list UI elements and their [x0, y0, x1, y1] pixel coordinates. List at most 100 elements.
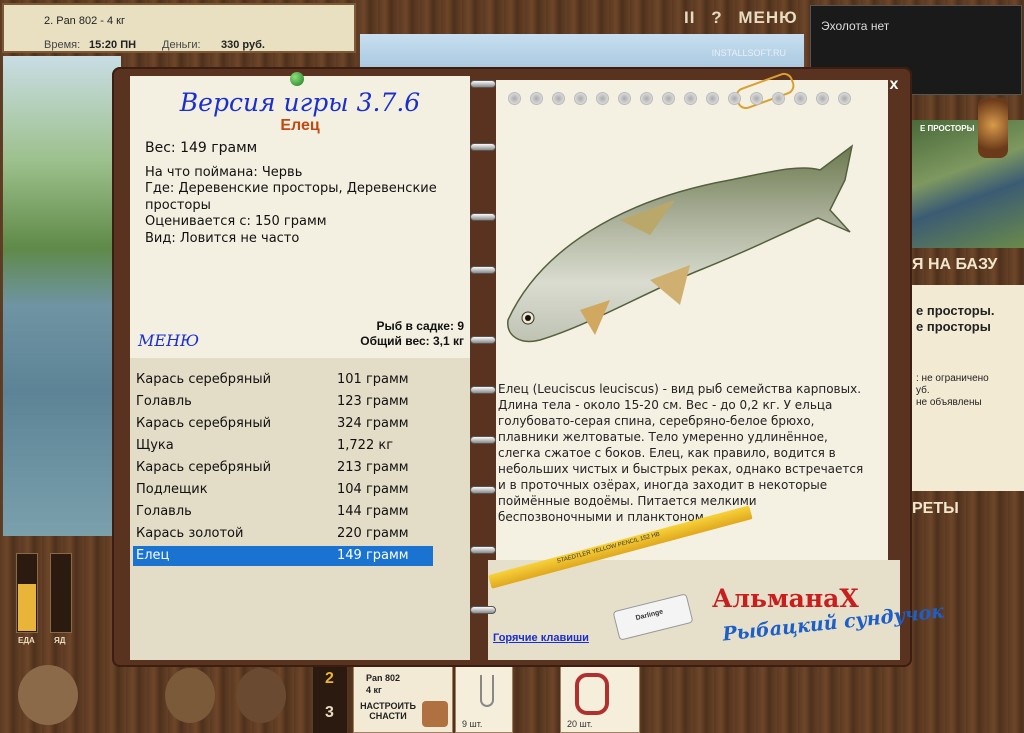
- money-value: 330 руб.: [221, 39, 265, 51]
- spiral-ring: [470, 80, 496, 88]
- help-button[interactable]: ?: [711, 8, 722, 27]
- page-hole: [552, 92, 565, 105]
- page-hole: [838, 92, 851, 105]
- catch-fish-weight: 1,722 кг: [337, 438, 394, 453]
- worm-icon: [575, 673, 609, 715]
- catch-fish-weight: 144 грамм: [337, 504, 409, 519]
- catch-fish-weight: 123 грамм: [337, 394, 409, 409]
- echo-sounder-text: Эхолота нет: [821, 19, 890, 33]
- hook-count: 9 шт.: [462, 719, 483, 729]
- fish-weight: Вес: 149 грамм: [145, 140, 258, 156]
- spiral-ring: [470, 486, 496, 494]
- page-hole: [794, 92, 807, 105]
- spiral-ring: [470, 436, 496, 444]
- pause-button[interactable]: II: [684, 8, 695, 27]
- time-label: Время:: [44, 39, 81, 51]
- food-label: ЕДА: [18, 636, 35, 645]
- spiral-ring: [470, 143, 496, 151]
- page-hole: [816, 92, 829, 105]
- page-hole: [530, 92, 543, 105]
- bait-slot[interactable]: 20 шт.: [560, 666, 640, 733]
- status-panel: 2. Pan 802 - 4 кг Время: 15:20 ПН Деньги…: [2, 3, 356, 53]
- catch-fish-weight: 101 грамм: [337, 372, 409, 387]
- page-hole: [772, 92, 785, 105]
- fish-details: Вес: 149 грамм На что поймана: Червь Где…: [145, 140, 455, 247]
- close-button[interactable]: x: [884, 75, 904, 95]
- catch-list-row[interactable]: Голавль 123 грамм: [133, 392, 433, 412]
- spiral-ring: [470, 213, 496, 221]
- worm-count: 20 шт.: [567, 719, 593, 729]
- lantern-icon: [978, 98, 1008, 158]
- boots-icon[interactable]: [165, 668, 215, 723]
- tackle-panel: Pan 802 4 кг НАСТРОИТЬ СНАСТИ: [353, 666, 453, 733]
- almanac-logo-title: АльманаХ: [712, 584, 859, 613]
- food-gauge-fill: [18, 584, 36, 631]
- cage-count: Рыб в садке: 9: [376, 319, 464, 333]
- page-hole: [750, 92, 763, 105]
- cage-weight: Общий вес: 3,1 кг: [360, 334, 464, 348]
- eraser-text: Darlinge: [635, 608, 664, 623]
- fish-description: Елец (Leuciscus leuciscus) - вид рыб сем…: [498, 382, 864, 524]
- food-gauge: [16, 553, 38, 633]
- poison-gauge: [50, 553, 72, 633]
- page-hole: [618, 92, 631, 105]
- go-to-base-button[interactable]: Я НА БАЗУ: [912, 256, 1024, 280]
- catch-fish-name: Подлещик: [136, 482, 208, 497]
- current-rod: 2. Pan 802 - 4 кг: [44, 15, 125, 27]
- page-hole: [684, 92, 697, 105]
- spiral-ring: [470, 386, 496, 394]
- location-limits: : не ограничено уб. не объявлены: [916, 373, 989, 408]
- page-hole: [640, 92, 653, 105]
- catch-list-row[interactable]: Карась серебряный 324 грамм: [133, 414, 433, 434]
- catch-fish-weight: 213 грамм: [337, 460, 409, 475]
- top-buttons: II ? МЕНЮ: [684, 8, 808, 28]
- catch-fish-name: Карась серебряный: [136, 416, 272, 431]
- page-hole: [728, 92, 741, 105]
- catch-list-row[interactable]: Елец 149 грамм: [133, 546, 433, 566]
- watermark: INSTALLSOFT.RU: [711, 48, 786, 58]
- time-value: 15:20 ПН: [89, 39, 137, 51]
- hook-slot[interactable]: 9 шт.: [455, 666, 513, 733]
- catch-list-row[interactable]: Подлещик 104 грамм: [133, 480, 433, 500]
- catch-fish-weight: 149 грамм: [337, 548, 409, 563]
- catch-list-row[interactable]: Карась серебряный 213 грамм: [133, 458, 433, 478]
- cage-summary: Рыб в садке: 9 Общий вес: 3,1 кг: [300, 319, 464, 349]
- catch-fish-weight: 220 грамм: [337, 526, 409, 541]
- spiral-ring: [470, 606, 496, 614]
- bag-icon[interactable]: [18, 665, 78, 725]
- catch-fish-name: Голавль: [136, 504, 192, 519]
- catch-list-row[interactable]: Карась золотой 220 грамм: [133, 524, 433, 544]
- catch-list-row[interactable]: Голавль 144 грамм: [133, 502, 433, 522]
- catch-fish-name: Карась серебряный: [136, 460, 272, 475]
- menu-button[interactable]: МЕНЮ: [738, 8, 797, 27]
- setup-tackle-button[interactable]: НАСТРОИТЬ СНАСТИ: [358, 701, 418, 721]
- catch-fish-weight: 324 грамм: [337, 416, 409, 431]
- rod-name: Pan 802: [366, 673, 401, 683]
- game-version-title: Версия игры 3.7.6: [179, 88, 421, 117]
- fish-location: Где: Деревенские просторы, Деревенские п…: [145, 181, 437, 213]
- sky-photo: INSTALLSOFT.RU: [360, 34, 804, 70]
- catch-fish-weight: 104 грамм: [337, 482, 409, 497]
- catch-fish-name: Голавль: [136, 394, 192, 409]
- poison-label: ЯД: [54, 636, 66, 645]
- page-hole: [662, 92, 675, 105]
- slot-3-button[interactable]: 3: [325, 704, 334, 722]
- catch-fish-name: Елец: [136, 548, 170, 563]
- catch-list-row[interactable]: Щука 1,722 кг: [133, 436, 433, 456]
- catch-fish-name: Щука: [136, 438, 174, 453]
- catch-list-row[interactable]: Карась серебряный 101 грамм: [133, 370, 433, 390]
- book-menu-link[interactable]: МЕНЮ: [138, 331, 199, 350]
- basket-icon[interactable]: [236, 668, 286, 723]
- secrets-button[interactable]: РЕТЫ: [912, 500, 1024, 518]
- slot-2-button[interactable]: 2: [325, 670, 334, 688]
- hook-icon: [480, 675, 494, 707]
- fish-name-title: Елец: [280, 117, 320, 134]
- map-caption: Е ПРОСТОРЫ: [920, 124, 975, 133]
- spiral-ring: [470, 546, 496, 554]
- catch-fish-name: Карась серебряный: [136, 372, 272, 387]
- backpack-icon: [422, 701, 448, 727]
- hotkeys-link[interactable]: Горячие клавиши: [493, 632, 589, 644]
- pushpin-icon: [290, 72, 304, 86]
- page-hole: [706, 92, 719, 105]
- money-label: Деньги:: [162, 39, 201, 51]
